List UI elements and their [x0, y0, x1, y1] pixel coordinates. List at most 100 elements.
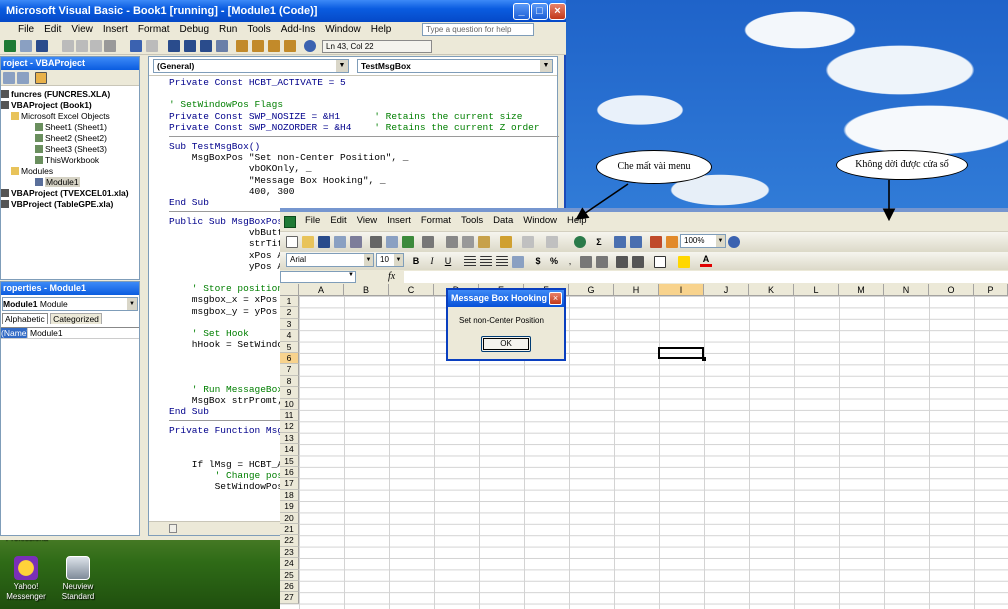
tree-item-funcres[interactable]: funcres (FUNCRES.XLA)	[1, 89, 139, 100]
menu-view[interactable]: View	[66, 22, 98, 38]
column-header[interactable]: K	[749, 284, 794, 296]
borders-icon[interactable]	[654, 256, 666, 268]
copy-icon[interactable]	[76, 40, 88, 52]
fill-handle[interactable]	[702, 357, 706, 361]
yahoo-messenger-shortcut[interactable]: Yahoo! Messenger	[0, 556, 52, 602]
column-header[interactable]: G	[569, 284, 614, 296]
active-cell[interactable]	[658, 347, 706, 361]
sort-ascending-icon[interactable]	[614, 236, 626, 248]
row-header[interactable]: 11	[280, 410, 299, 422]
row-header[interactable]: 26	[280, 581, 299, 593]
reset-icon[interactable]	[200, 40, 212, 52]
open-icon[interactable]	[302, 236, 314, 248]
research-icon[interactable]	[422, 236, 434, 248]
tree-item-vbaproject-book1[interactable]: VBAProject (Book1)	[1, 100, 139, 111]
object-combo[interactable]: (General) ▼	[153, 59, 349, 73]
hyperlink-icon[interactable]	[574, 236, 586, 248]
tab-categorized[interactable]: Categorized	[50, 313, 102, 324]
property-row-name[interactable]: (Name) Module1	[1, 327, 139, 339]
row-header[interactable]: 27	[280, 592, 299, 604]
xl-menu-format[interactable]: Format	[416, 212, 456, 230]
help-search-input[interactable]: Type a question for help	[422, 23, 534, 36]
row-header[interactable]: 15	[280, 455, 299, 467]
xl-menu-tools[interactable]: Tools	[456, 212, 488, 230]
column-header[interactable]: C	[389, 284, 434, 296]
excel-doc-icon[interactable]	[284, 216, 296, 228]
format-painter-icon[interactable]	[500, 236, 512, 248]
message-box-close-button[interactable]: ×	[549, 292, 562, 305]
tab-alphabetic[interactable]: Alphabetic	[2, 313, 48, 324]
print-preview-icon[interactable]	[386, 236, 398, 248]
tree-item-sheet3[interactable]: Sheet3 (Sheet3)	[1, 144, 139, 155]
font-name-select[interactable]: Arial ▼	[286, 253, 374, 267]
xl-menu-help[interactable]: Help	[562, 212, 592, 230]
column-header[interactable]: B	[344, 284, 389, 296]
row-header[interactable]: 1	[280, 296, 299, 308]
save-icon[interactable]	[318, 236, 330, 248]
spelling-icon[interactable]	[402, 236, 414, 248]
menu-tools[interactable]: Tools	[242, 22, 275, 38]
column-header[interactable]: I	[659, 284, 704, 296]
increase-indent-icon[interactable]	[632, 256, 644, 268]
row-header[interactable]: 18	[280, 489, 299, 502]
chart-wizard-icon[interactable]	[650, 236, 662, 248]
menu-addins[interactable]: Add-Ins	[276, 22, 320, 38]
menu-window[interactable]: Window	[320, 22, 366, 38]
column-header[interactable]: P	[974, 284, 1008, 296]
align-left-icon[interactable]	[464, 256, 476, 268]
drawing-icon[interactable]	[666, 236, 678, 248]
row-header[interactable]: 25	[280, 569, 299, 581]
xl-menu-edit[interactable]: Edit	[325, 212, 351, 230]
row-header[interactable]: 24	[280, 558, 299, 570]
procedure-combo[interactable]: TestMsgBox ▼	[357, 59, 553, 73]
object-selector[interactable]: Module1 Module ▼	[2, 297, 138, 311]
fill-color-icon[interactable]	[678, 256, 690, 268]
sort-descending-icon[interactable]	[630, 236, 642, 248]
column-header[interactable]: M	[839, 284, 884, 296]
find-icon[interactable]	[104, 40, 116, 52]
row-header[interactable]: 12	[280, 421, 299, 433]
paste-icon[interactable]	[478, 236, 490, 248]
row-header[interactable]: 4	[280, 330, 299, 342]
maximize-button[interactable]: □	[531, 3, 548, 20]
insert-module-icon[interactable]	[20, 40, 32, 52]
redo-icon[interactable]	[146, 40, 158, 52]
comma-button[interactable]: ,	[564, 255, 576, 267]
row-header[interactable]: 23	[280, 546, 299, 559]
font-color-icon[interactable]: A	[700, 255, 712, 267]
view-object-icon[interactable]	[17, 72, 29, 84]
cut-icon[interactable]	[446, 236, 458, 248]
view-code-icon[interactable]	[3, 72, 15, 84]
tree-item-sheet2[interactable]: Sheet2 (Sheet2)	[1, 133, 139, 144]
toggle-folders-icon[interactable]	[35, 72, 47, 84]
row-header[interactable]: 20	[280, 512, 299, 524]
column-header[interactable]: A	[299, 284, 344, 296]
menu-format[interactable]: Format	[133, 22, 175, 38]
new-icon[interactable]	[286, 236, 298, 248]
currency-button[interactable]: $	[532, 255, 544, 267]
row-header[interactable]: 3	[280, 318, 299, 331]
xl-menu-file[interactable]: File	[300, 212, 325, 230]
align-center-icon[interactable]	[480, 256, 492, 268]
column-header[interactable]: H	[614, 284, 659, 296]
run-icon[interactable]	[168, 40, 180, 52]
scroll-left-icon[interactable]	[169, 524, 177, 533]
print-icon[interactable]	[370, 236, 382, 248]
ok-button[interactable]: OK	[481, 336, 531, 352]
menu-insert[interactable]: Insert	[98, 22, 133, 38]
redo-icon[interactable]	[546, 236, 558, 248]
row-header[interactable]: 5	[280, 341, 299, 353]
xl-menu-insert[interactable]: Insert	[382, 212, 416, 230]
help-icon[interactable]	[304, 40, 316, 52]
italic-button[interactable]: I	[426, 255, 438, 267]
column-header[interactable]: J	[704, 284, 749, 296]
row-header[interactable]: 16	[280, 467, 299, 479]
fx-icon[interactable]: fx	[388, 271, 395, 282]
break-icon[interactable]	[184, 40, 196, 52]
row-header[interactable]: 6	[280, 353, 299, 365]
increase-decimal-icon[interactable]	[580, 256, 592, 268]
row-header[interactable]: 7	[280, 364, 299, 376]
row-header[interactable]: 21	[280, 524, 299, 536]
tree-item-module1[interactable]: Module1	[1, 177, 139, 188]
column-header[interactable]: O	[929, 284, 974, 296]
